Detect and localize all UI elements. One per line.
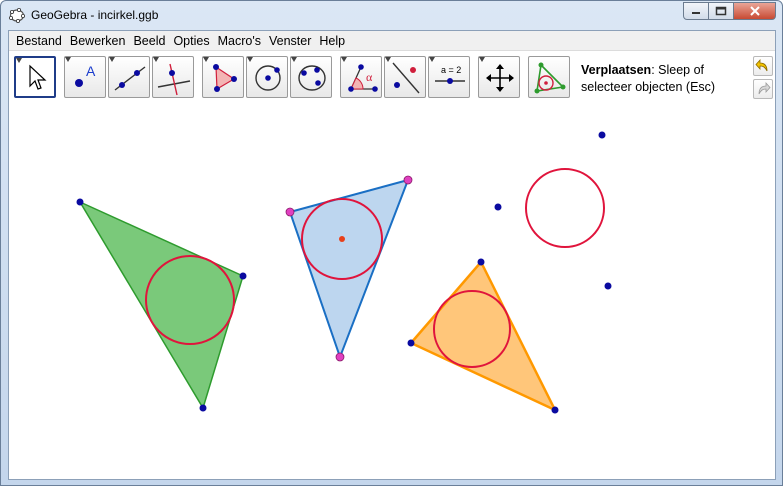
undo-button[interactable] [753,56,773,76]
dropdown-arrow-icon [16,58,22,63]
maximize-button[interactable] [708,2,734,20]
blue-vertex-point[interactable] [285,207,295,217]
dropdown-arrow-icon [203,57,209,62]
redo-button[interactable] [753,79,773,99]
slider-icon [435,78,465,84]
blue-vertex-point[interactable] [403,175,413,185]
svg-text:A: A [86,63,96,79]
menu-help[interactable]: Help [315,34,349,48]
orange-triangle[interactable] [408,259,558,413]
tool-bar: A α a = 2 Verplaatsen: Sleep of selectee… [9,52,775,104]
close-icon [749,6,760,16]
slider-tool-label: a = 2 [441,65,462,75]
menu-beeld[interactable]: Beeld [129,34,169,48]
menu-macros[interactable]: Macro's [214,34,265,48]
move-view-icon [486,64,514,92]
incircle-tool[interactable] [528,56,570,98]
polygon-tool[interactable] [202,56,244,98]
minimize-button[interactable] [683,2,709,20]
dropdown-arrow-icon [109,57,115,62]
move-view-tool[interactable] [478,56,520,98]
graphics-view[interactable] [9,104,775,479]
circle-center-icon [255,65,281,91]
angle-icon: α [348,64,378,92]
new-point-tool[interactable]: A [64,56,106,98]
free-point[interactable] [494,203,502,211]
perpendicular-line-tool[interactable] [152,56,194,98]
dropdown-arrow-icon [479,57,485,62]
app-client-area: Bestand Bewerken Beeld Opties Macro's Ve… [8,30,776,480]
redo-icon [758,81,771,95]
dropdown-arrow-icon [341,57,347,62]
point-a-icon: A [75,63,96,87]
dropdown-arrow-icon [429,57,435,62]
line-tool[interactable] [108,56,150,98]
free-point[interactable] [598,131,606,139]
dropdown-arrow-icon [65,57,71,62]
svg-text:α: α [366,70,373,84]
dropdown-arrow-icon [153,57,159,62]
dropdown-arrow-icon [247,57,253,62]
incircle-triangle-icon [534,62,566,94]
green-vertex-point[interactable] [199,404,207,412]
circle-three-points-tool[interactable] [290,56,332,98]
perpendicular-icon [157,63,191,96]
menu-bestand[interactable]: Bestand [12,34,66,48]
free-point[interactable] [604,282,612,290]
title-bar[interactable]: GeoGebra - incirkel.ggb [1,1,782,29]
menu-bewerken[interactable]: Bewerken [66,34,130,48]
minimize-icon [692,12,700,14]
window-title: GeoGebra - incirkel.ggb [31,8,159,22]
orange-vertex-point[interactable] [407,339,415,347]
green-vertex-point[interactable] [76,198,84,206]
menu-opties[interactable]: Opties [169,34,213,48]
reflect-icon [392,62,420,94]
tool-help-title: Verplaatsen [581,63,652,77]
line-through-points-icon [114,66,146,91]
geogebra-ellipse-icon [9,7,25,23]
reflect-tool[interactable] [384,56,426,98]
geogebra-window: GeoGebra - incirkel.ggb Bestand Bewerken… [0,0,783,486]
dropdown-arrow-icon [385,57,391,62]
circle-center-point-tool[interactable] [246,56,288,98]
slider-tool[interactable]: a = 2 [428,56,470,98]
undo-icon [755,58,768,72]
blue-vertex-point[interactable] [335,352,345,362]
geometry-drawing[interactable] [9,104,775,479]
tool-help-text: Verplaatsen: Sleep of selecteer objecten… [581,62,751,96]
blue-triangle[interactable] [288,178,410,360]
move-tool[interactable] [14,56,56,98]
green-triangle[interactable] [78,200,244,410]
orange-vertex-point[interactable] [477,258,485,266]
maximize-icon [715,6,727,16]
menu-venster[interactable]: Venster [265,34,315,48]
menu-bar: Bestand Bewerken Beeld Opties Macro's Ve… [9,31,775,51]
close-button[interactable] [733,2,776,20]
free-circle[interactable] [525,168,605,248]
cursor-arrow-icon [29,64,47,90]
orange-vertex-point[interactable] [551,406,559,414]
blue-incenter-point[interactable] [339,236,345,242]
angle-tool[interactable]: α [340,56,382,98]
green-vertex-point[interactable] [239,272,247,280]
circle-three-points-icon [298,65,326,91]
dropdown-arrow-icon [291,57,297,62]
polygon-icon [213,64,237,92]
